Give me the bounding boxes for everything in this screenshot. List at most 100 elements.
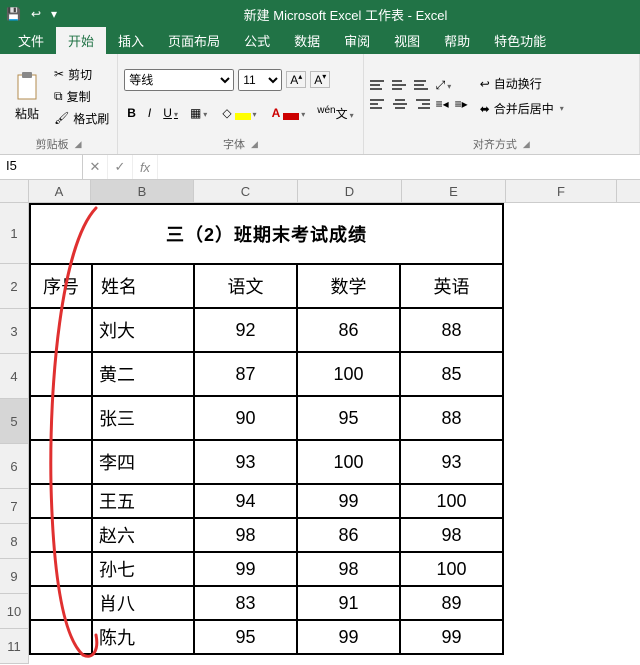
cell-chinese[interactable]: 83 [194, 586, 297, 620]
cell-english[interactable]: 85 [400, 352, 503, 396]
indent-increase-button[interactable]: ≡▸ [455, 97, 468, 111]
cell-name[interactable]: 赵六 [92, 518, 194, 552]
tab-view[interactable]: 视图 [382, 27, 432, 54]
tab-home[interactable]: 开始 [56, 27, 106, 54]
undo-icon[interactable]: ↩ [31, 7, 41, 21]
tab-help[interactable]: 帮助 [432, 27, 482, 54]
tab-data[interactable]: 数据 [282, 27, 332, 54]
col-header-a[interactable]: A [28, 180, 91, 202]
cell-seq[interactable] [30, 586, 92, 620]
cell-name[interactable]: 李四 [92, 440, 194, 484]
table-row[interactable]: 肖八839189 [30, 586, 503, 620]
cell-name[interactable]: 张三 [92, 396, 194, 440]
border-button[interactable]: ▦ [187, 104, 210, 122]
header-seq[interactable]: 序号 [30, 264, 92, 308]
cell-name[interactable]: 王五 [92, 484, 194, 518]
header-name[interactable]: 姓名 [92, 264, 194, 308]
cell-seq[interactable] [30, 396, 92, 440]
col-header-e[interactable]: E [402, 180, 506, 202]
shrink-font-button[interactable]: A▾ [310, 71, 330, 88]
row-header-3[interactable]: 3 [0, 309, 28, 354]
table-row[interactable]: 李四9310093 [30, 440, 503, 484]
align-right-button[interactable] [414, 97, 430, 111]
name-box[interactable]: I5 [0, 155, 83, 179]
cell-math[interactable]: 99 [297, 484, 400, 518]
cell-seq[interactable] [30, 552, 92, 586]
cell-english[interactable]: 93 [400, 440, 503, 484]
align-bottom-button[interactable] [414, 78, 430, 92]
cell-math[interactable]: 98 [297, 552, 400, 586]
table-row[interactable]: 刘大928688 [30, 308, 503, 352]
cell-math[interactable]: 91 [297, 586, 400, 620]
align-launcher-icon[interactable]: ◢ [523, 139, 530, 150]
cell-chinese[interactable]: 99 [194, 552, 297, 586]
cell-seq[interactable] [30, 620, 92, 654]
italic-button[interactable]: I [145, 104, 154, 122]
align-top-button[interactable] [370, 78, 386, 92]
font-size-select[interactable]: 11 [238, 69, 282, 91]
col-header-c[interactable]: C [194, 180, 298, 202]
cell-name[interactable]: 刘大 [92, 308, 194, 352]
cell-english[interactable]: 100 [400, 484, 503, 518]
cell-chinese[interactable]: 90 [194, 396, 297, 440]
cell-english[interactable]: 98 [400, 518, 503, 552]
row-header-8[interactable]: 8 [0, 524, 28, 559]
fill-color-button[interactable]: ◇ [216, 104, 259, 122]
cell-seq[interactable] [30, 484, 92, 518]
cell-seq[interactable] [30, 440, 92, 484]
cell-chinese[interactable]: 98 [194, 518, 297, 552]
title-cell[interactable]: 三（2）班期末考试成绩 [30, 204, 503, 264]
wrap-text-button[interactable]: ↩自动换行 [478, 74, 566, 93]
row-header-7[interactable]: 7 [0, 489, 28, 524]
cell-math[interactable]: 100 [297, 352, 400, 396]
cell-seq[interactable] [30, 308, 92, 352]
font-family-select[interactable]: 等线 [124, 69, 234, 91]
font-color-button[interactable]: A [266, 104, 309, 122]
cell-english[interactable]: 88 [400, 308, 503, 352]
tab-insert[interactable]: 插入 [106, 27, 156, 54]
row-header-10[interactable]: 10 [0, 594, 28, 629]
cells-grid[interactable]: 三（2）班期末考试成绩 序号 姓名 语文 数学 英语 刘大928688黄二871… [29, 203, 504, 655]
row-header-11[interactable]: 11 [0, 629, 28, 664]
cell-english[interactable]: 100 [400, 552, 503, 586]
cell-seq[interactable] [30, 352, 92, 396]
align-center-button[interactable] [392, 97, 408, 111]
cell-math[interactable]: 100 [297, 440, 400, 484]
table-row[interactable]: 赵六988698 [30, 518, 503, 552]
tab-special[interactable]: 特色功能 [482, 27, 558, 54]
tab-formulas[interactable]: 公式 [232, 27, 282, 54]
cell-english[interactable]: 99 [400, 620, 503, 654]
cell-name[interactable]: 陈九 [92, 620, 194, 654]
cell-chinese[interactable]: 95 [194, 620, 297, 654]
formula-input[interactable] [158, 155, 640, 179]
cut-button[interactable]: ✂剪切 [52, 65, 111, 84]
col-header-f[interactable]: F [506, 180, 617, 202]
table-row[interactable]: 陈九959999 [30, 620, 503, 654]
cell-name[interactable]: 黄二 [92, 352, 194, 396]
cell-chinese[interactable]: 87 [194, 352, 297, 396]
grow-font-button[interactable]: A▴ [286, 71, 306, 88]
col-header-b[interactable]: B [91, 180, 194, 202]
header-english[interactable]: 英语 [400, 264, 503, 308]
row-header-5[interactable]: 5 [0, 399, 28, 444]
header-math[interactable]: 数学 [297, 264, 400, 308]
cell-chinese[interactable]: 93 [194, 440, 297, 484]
tab-page-layout[interactable]: 页面布局 [156, 27, 232, 54]
indent-decrease-button[interactable]: ≡◂ [436, 97, 449, 111]
tab-file[interactable]: 文件 [6, 27, 56, 54]
cell-chinese[interactable]: 92 [194, 308, 297, 352]
phonetic-button[interactable]: wén文 [314, 103, 356, 124]
cell-math[interactable]: 86 [297, 308, 400, 352]
row-header-1[interactable]: 1 [0, 203, 28, 264]
underline-button[interactable]: U [160, 104, 181, 122]
cell-english[interactable]: 88 [400, 396, 503, 440]
cell-seq[interactable] [30, 518, 92, 552]
table-row[interactable]: 张三909588 [30, 396, 503, 440]
align-middle-button[interactable] [392, 78, 408, 92]
table-row[interactable]: 黄二8710085 [30, 352, 503, 396]
format-painter-button[interactable]: 🖌格式刷 [52, 109, 111, 128]
row-header-9[interactable]: 9 [0, 559, 28, 594]
cancel-formula-button[interactable]: ✕ [83, 155, 108, 179]
clipboard-launcher-icon[interactable]: ◢ [75, 139, 82, 150]
copy-button[interactable]: ⧉复制 [52, 87, 111, 106]
